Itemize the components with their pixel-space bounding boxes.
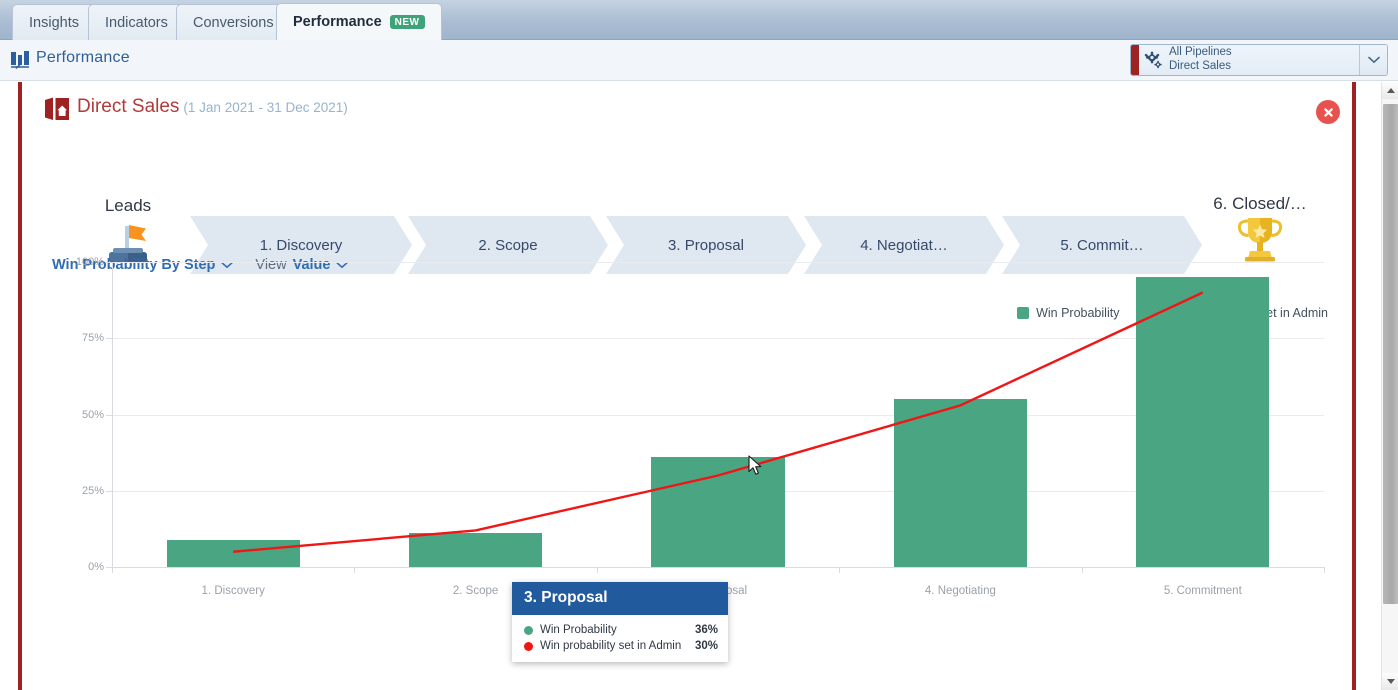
performance-panel: Direct Sales (1 Jan 2021 - 31 Dec 2021) L… (18, 82, 1356, 690)
x-axis-label: 2. Scope (452, 585, 499, 597)
pipeline-selector[interactable]: All Pipelines Direct Sales (1130, 44, 1388, 76)
report-bars-icon (10, 50, 32, 75)
x-axis-tick (1324, 567, 1325, 573)
tooltip-dot-icon (524, 641, 533, 651)
vertical-scrollbar[interactable] (1381, 82, 1398, 690)
chart-bar[interactable] (893, 399, 1028, 567)
chart-bar[interactable] (1136, 277, 1270, 567)
chart-bar[interactable] (651, 457, 785, 567)
tab-insights[interactable]: Insights (12, 4, 96, 40)
funnel-stage-label: 3. Proposal (668, 236, 744, 254)
tab-conversions[interactable]: Conversions (176, 4, 291, 40)
chevron-down-icon[interactable] (1359, 45, 1387, 75)
leads-label: Leads (104, 196, 152, 215)
tooltip-row: Win Probability 36% (524, 622, 718, 638)
y-axis-label: 75% (81, 332, 104, 345)
tooltip-dot-icon (524, 625, 533, 635)
scroll-down-arrow-icon[interactable] (1382, 673, 1398, 690)
funnel-stage-label: 1. Discovery (259, 236, 343, 254)
chart-tooltip: 3. Proposal Win Probability 36% Win prob… (512, 582, 728, 662)
y-axis-label: 50% (81, 408, 104, 421)
tooltip-row-label: Win Probability (540, 624, 617, 636)
closed-stage-label: 6. Closed/… (1213, 194, 1307, 213)
y-axis-label: 0% (88, 561, 104, 573)
close-icon[interactable] (1316, 100, 1340, 124)
new-badge: NEW (389, 15, 425, 29)
y-axis-label: 100% (75, 256, 104, 268)
tab-label: Performance (293, 14, 382, 30)
funnel-stage-label: 4. Negotiat… (860, 236, 948, 254)
pipeline-house-icon (44, 96, 70, 127)
tooltip-row-value: 36% (694, 624, 718, 636)
funnel-stage-label: 5. Commit… (1060, 236, 1144, 254)
x-axis-label: 1. Discovery (201, 585, 265, 597)
tab-label: Insights (29, 14, 79, 31)
chart-gridline (112, 262, 1324, 263)
tab-indicators[interactable]: Indicators (88, 4, 185, 40)
tooltip-row: Win probability set in Admin 30% (524, 638, 718, 654)
top-tab-strip: Insights Indicators Conversions Performa… (0, 0, 1398, 40)
x-axis-label: 4. Negotiating (924, 585, 996, 597)
panel-title: Direct Sales (1 Jan 2021 - 31 Dec 2021) (77, 96, 348, 118)
tooltip-title: 3. Proposal (512, 582, 728, 615)
pipeline-name-label: Direct Sales (1169, 60, 1231, 72)
pipeline-selector-text: All Pipelines Direct Sales (1169, 45, 1359, 75)
scroll-up-arrow-icon[interactable] (1382, 82, 1398, 99)
gear-icon (1139, 45, 1169, 75)
y-axis-line (112, 262, 113, 567)
breadcrumb-label[interactable]: Performance (36, 49, 130, 67)
panel-date-range: (1 Jan 2021 - 31 Dec 2021) (183, 100, 348, 115)
scrollbar-thumb[interactable] (1383, 104, 1398, 604)
tab-label: Indicators (105, 14, 168, 31)
tooltip-row-value: 30% (694, 640, 718, 652)
x-axis-label: 5. Commitment (1163, 585, 1242, 597)
y-axis-label: 25% (81, 484, 104, 497)
tab-label: Conversions (193, 14, 274, 31)
selector-accent-bar (1131, 45, 1139, 75)
funnel-stage-label: 2. Scope (478, 236, 538, 254)
pipeline-funnel: Leads 1. Discovery 2. Scope 3. Proposal … (22, 136, 1352, 246)
tooltip-row-label: Win probability set in Admin (540, 640, 682, 652)
tooltip-body: Win Probability 36% Win probability set … (512, 615, 728, 662)
chart-bar[interactable] (166, 539, 300, 567)
pipeline-scope-label: All Pipelines (1169, 46, 1232, 59)
mouse-cursor (748, 455, 764, 482)
tab-performance[interactable]: Performance NEW (276, 3, 442, 40)
chart-bar[interactable] (408, 533, 543, 567)
x-axis-line (112, 567, 1324, 568)
panel-title-text: Direct Sales (77, 96, 180, 117)
